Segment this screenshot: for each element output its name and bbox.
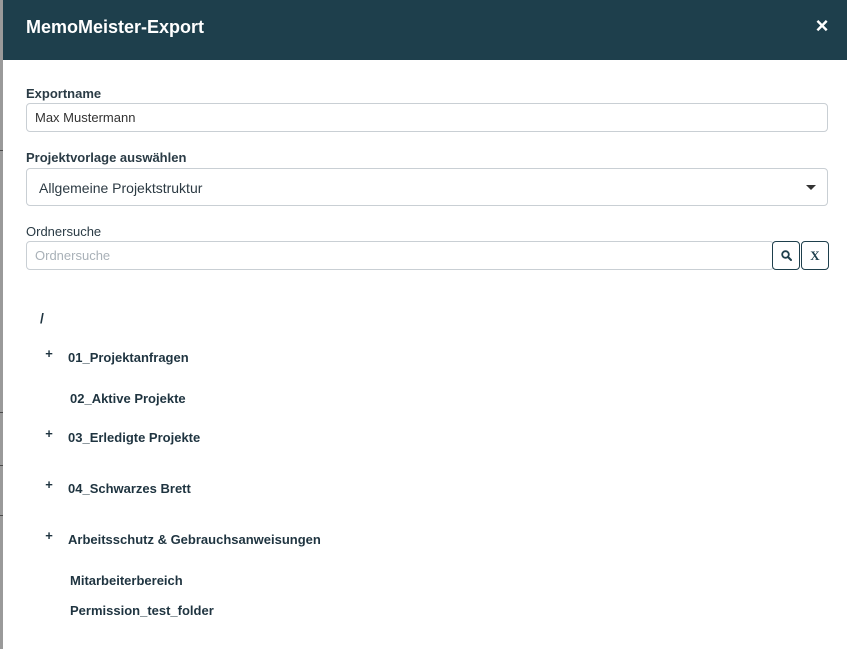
template-label: Projektvorlage auswählen — [26, 150, 187, 165]
clear-search-button[interactable]: X — [801, 241, 829, 270]
tree-root[interactable]: / — [40, 310, 44, 326]
expand-icon[interactable]: + — [43, 426, 55, 442]
export-name-input[interactable] — [26, 103, 828, 132]
expand-icon[interactable]: + — [43, 477, 55, 493]
expand-icon[interactable]: + — [43, 528, 55, 544]
folder-search-input[interactable] — [26, 241, 774, 270]
tree-item-label: Arbeitsschutz & Gebrauchsanweisungen — [68, 532, 321, 547]
search-button[interactable] — [772, 241, 800, 270]
export-name-label: Exportname — [26, 86, 102, 101]
dialog-title: MemoMeister-Export — [26, 17, 205, 37]
tree-item-label: 03_Erledigte Projekte — [68, 430, 201, 445]
caret-down-icon — [806, 185, 816, 190]
template-selected-value: Allgemeine Projektstruktur — [39, 180, 203, 196]
tree-item-label: Permission_test_folder — [70, 603, 214, 618]
tree-item-label: Mitarbeiterbereich — [70, 573, 183, 588]
expand-icon[interactable]: + — [43, 346, 55, 362]
dialog-header: MemoMeister-Export × — [3, 0, 847, 60]
folder-search-label: Ordnersuche — [26, 224, 102, 239]
tree-item-label: 02_Aktive Projekte — [70, 391, 186, 406]
close-button[interactable]: × — [813, 15, 831, 37]
tree-item-label: 01_Projektanfragen — [68, 350, 189, 365]
template-select[interactable]: Allgemeine Projektstruktur — [26, 168, 828, 206]
tree-item-label: 04_Schwarzes Brett — [68, 481, 191, 496]
export-dialog: MemoMeister-Export × Exportname Projektv… — [3, 0, 847, 649]
clear-icon: X — [810, 248, 820, 263]
search-icon — [781, 250, 792, 261]
